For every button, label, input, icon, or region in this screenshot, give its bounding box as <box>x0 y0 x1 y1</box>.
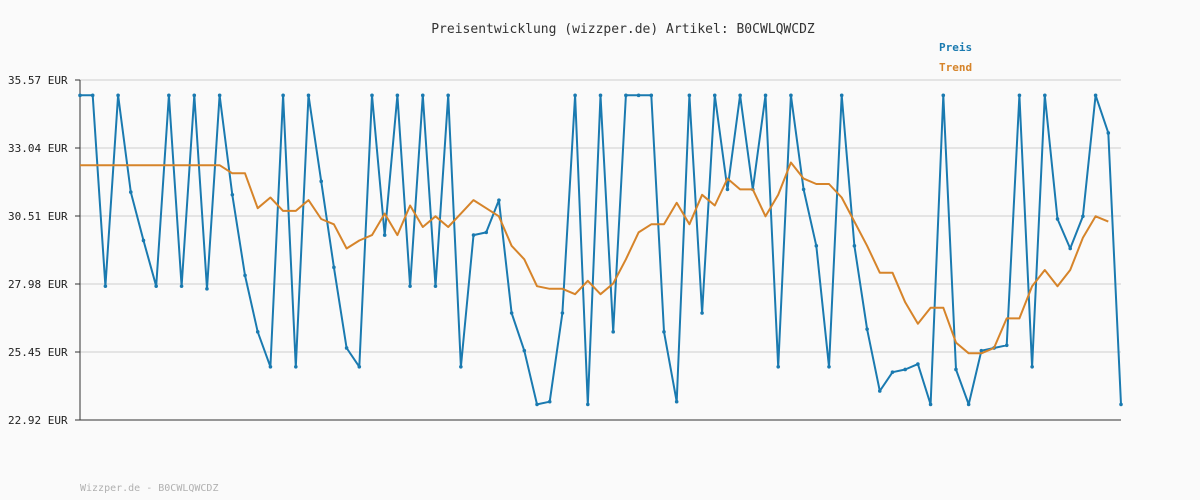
data-point <box>916 362 920 366</box>
data-point <box>712 93 717 98</box>
data-point <box>776 364 781 369</box>
data-point <box>167 93 171 98</box>
data-point <box>852 244 857 248</box>
data-point <box>497 198 501 202</box>
data-point <box>294 364 298 369</box>
data-point <box>281 93 285 98</box>
data-point <box>598 93 603 98</box>
data-point <box>1043 93 1047 98</box>
data-point <box>839 93 844 98</box>
data-point <box>725 187 730 192</box>
y-tick-label: 22.92 EUR <box>8 414 68 427</box>
data-point <box>192 93 197 98</box>
data-point <box>344 346 349 350</box>
data-point <box>141 238 146 243</box>
data-point <box>78 93 82 98</box>
data-point <box>789 93 793 98</box>
data-point <box>179 284 184 288</box>
data-point <box>319 179 324 184</box>
data-point <box>408 284 412 288</box>
series-preis <box>78 93 1123 407</box>
price-chart: Preisentwicklung (wizzper.de) Artikel: B… <box>8 22 1123 494</box>
data-point <box>1119 402 1123 407</box>
legend-preis: Preis <box>939 41 972 54</box>
data-point <box>459 364 463 369</box>
data-point <box>954 367 958 372</box>
data-point <box>154 284 158 288</box>
y-tick-label: 25.45 EUR <box>8 346 68 359</box>
data-point <box>1030 364 1034 369</box>
series-line-preis <box>80 94 1122 406</box>
data-point <box>90 93 95 98</box>
data-point <box>1055 217 1060 221</box>
data-point <box>877 389 882 393</box>
data-point <box>573 93 577 98</box>
data-point <box>966 402 971 407</box>
data-point <box>116 93 120 98</box>
data-point <box>662 330 666 334</box>
data-point <box>865 327 869 331</box>
data-point <box>586 402 590 407</box>
data-point <box>738 93 742 98</box>
data-point <box>890 370 895 374</box>
data-point <box>700 311 704 315</box>
footer-caption: Wizzper.de - B0CWLQWCDZ <box>80 483 218 494</box>
data-point <box>1004 343 1009 348</box>
data-point <box>535 402 539 407</box>
data-point <box>547 399 552 404</box>
data-point <box>268 364 273 369</box>
data-point <box>217 93 222 98</box>
data-point <box>395 93 400 98</box>
data-point <box>509 311 514 315</box>
data-point <box>1106 131 1111 135</box>
data-point <box>611 330 615 334</box>
chart-title: Preisentwicklung (wizzper.de) Artikel: B… <box>431 22 815 37</box>
data-point <box>1093 93 1098 98</box>
data-point <box>1017 93 1022 98</box>
data-point <box>827 364 831 369</box>
data-point <box>205 287 209 291</box>
y-tick-label: 30.51 EUR <box>8 210 68 223</box>
data-point <box>801 187 806 192</box>
data-point <box>484 230 489 235</box>
data-point <box>636 93 641 98</box>
data-point <box>763 93 768 98</box>
data-point <box>382 233 387 237</box>
data-point <box>230 192 235 197</box>
data-point <box>370 93 374 98</box>
data-point <box>243 273 247 278</box>
data-point <box>674 399 679 404</box>
data-point <box>446 93 450 98</box>
data-point <box>903 367 907 372</box>
data-point <box>814 244 819 248</box>
y-tick-label: 35.57 EUR <box>8 74 68 87</box>
data-point <box>306 93 311 98</box>
y-tick-label: 33.04 EUR <box>8 142 68 155</box>
data-point <box>560 311 565 315</box>
y-tick-label: 27.98 EUR <box>8 278 68 291</box>
data-point <box>471 233 476 237</box>
data-point <box>928 402 933 407</box>
data-point <box>1068 246 1073 251</box>
data-point <box>420 93 425 98</box>
y-axis-ticks: 35.57 EUR 33.04 EUR 30.51 EUR 27.98 EUR 25.4… <box>8 74 80 427</box>
data-point <box>357 364 362 369</box>
data-point <box>649 93 654 98</box>
legend-trend: Trend <box>939 61 972 74</box>
data-point <box>624 93 628 98</box>
data-point <box>332 265 336 270</box>
data-point <box>128 190 133 194</box>
data-point <box>1081 214 1085 219</box>
data-point <box>255 330 260 334</box>
data-point <box>522 348 527 353</box>
data-point <box>433 284 438 288</box>
data-point <box>941 93 946 98</box>
data-point <box>687 93 692 98</box>
data-point <box>103 284 108 288</box>
series-layer <box>78 93 1123 407</box>
